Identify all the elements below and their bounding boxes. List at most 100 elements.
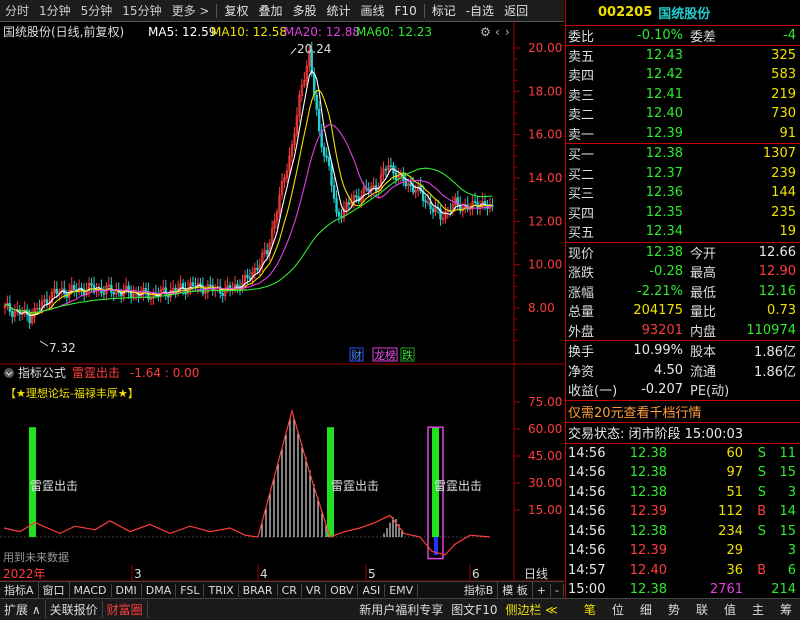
toolbar-item[interactable]: 5分钟 [76,0,118,22]
weibi-row: 委比 -0.10% 委差 -4 [566,26,800,46]
bottom-mid-item[interactable]: 图文F10 [447,601,501,618]
chart-nav-icons[interactable]: ⚙ ‹ › [480,25,510,39]
ma5-label: MA5: 12.59 [148,25,216,39]
book-price: 12.34 [645,224,683,240]
share-value: 4.50 [654,362,683,378]
indicator-tab[interactable]: OBV [326,583,359,597]
candle-body [327,157,331,166]
bottom-side-tab[interactable]: 位 [604,601,632,618]
candle-body [332,185,336,199]
candle-body [246,274,249,278]
quote-panel: 002205 国统股份 委比 -0.10% 委差 -4 卖五 12.43 325… [565,0,800,598]
indicator-menu-icon[interactable] [4,368,14,378]
settings-icon[interactable]: ⚙ [480,25,491,39]
bottom-side-tab[interactable]: 势 [660,601,688,618]
bottom-side-tab[interactable]: 值 [716,601,744,618]
badge-ranking[interactable]: 龙榜 [374,348,396,362]
toolbar-item[interactable]: 分时 [0,0,34,22]
month-label: 4 [260,567,268,581]
indicator-tab[interactable]: FSL [176,583,205,597]
period-mode[interactable]: 日线 [524,567,548,581]
bottom-left-item[interactable]: 财富圈 [103,601,148,618]
bottom-mid-item[interactable]: 侧边栏 ≪ [501,601,561,618]
bottom-side-tab[interactable]: 联 [688,601,716,618]
chart-area[interactable]: 20.00 18.00 16.00 14.00 12.00 10.00 8.00 国统股份(… [0,22,564,598]
collapse-icon[interactable]: ‹ [495,25,500,39]
book-label: 卖三 [568,88,595,104]
bid-row[interactable]: 买二 12.37 239 [566,164,800,184]
indicator-tab[interactable]: CR [278,583,302,597]
tick-volume: 51 [726,484,743,500]
stat-label: 量比 [690,305,717,321]
indicator-tab[interactable]: ASI [358,583,386,597]
kline-chart[interactable]: 20.00 18.00 16.00 14.00 12.00 10.00 8.00 国统股份(… [0,22,564,598]
tick-count: 3 [787,484,796,500]
toolbar-item[interactable]: 画线 [356,0,390,22]
book-price: 12.43 [645,47,683,63]
expand-icon[interactable]: › [505,25,510,39]
tick-count: 15 [779,523,796,539]
toolbar-item[interactable]: -自选 [461,0,499,22]
stat-value: 0.73 [767,303,796,319]
bid-row[interactable]: 买三 12.36 144 [566,183,800,203]
ask-row[interactable]: 卖二 12.40 730 [566,104,800,124]
book-volume: 144 [771,185,796,201]
ask-row[interactable]: 卖一 12.39 91 [566,124,800,144]
indicator-tab[interactable]: BRAR [239,583,278,597]
bottom-left-item[interactable]: 扩展 ∧ [0,601,46,618]
stock-name[interactable]: 国统股份 [658,3,710,22]
indicator-tick-label: 45.00 [528,449,562,463]
indicator-tab[interactable]: 窗口 [39,582,70,598]
toolbar-item[interactable]: 1分钟 [34,0,76,22]
indicator-tab[interactable]: DMI [112,583,142,597]
bottom-mid-item[interactable]: 新用户福利专享 [355,601,447,618]
promo-link[interactable]: 仅需20元查看千档行情 [566,402,702,421]
quote-header: 002205 国统股份 [566,0,800,26]
tick-price: 12.38 [629,484,667,500]
indicator-tab[interactable]: MACD [70,583,112,597]
toolbar-item[interactable]: 复权 [219,0,253,22]
bottom-side-tab[interactable]: 主 [744,601,772,618]
indicator-tab[interactable]: 模 板 [498,582,533,598]
toolbar-item[interactable]: 更多 > [167,0,215,22]
toolbar-item[interactable]: 统计 [322,0,356,22]
candle-body [72,285,76,291]
bottom-side-tab[interactable]: 筹 [772,601,800,618]
indicator-tab[interactable]: - [551,583,564,597]
toolbar-item[interactable]: 多股 [287,0,321,22]
toolbar-item[interactable]: F10 [390,0,422,22]
promo-row[interactable]: 仅需20元查看千档行情 [566,401,800,423]
tick-flag: S [757,465,766,481]
ask-row[interactable]: 卖四 12.42 583 [566,65,800,85]
tick-volume: 2761 [709,582,743,598]
bottom-side-tab[interactable]: 细 [632,601,660,618]
tick-time: 14:56 [568,543,606,559]
stat-label: 最高 [690,266,717,282]
indicator-tick-label: 30.00 [528,476,562,490]
bid-row[interactable]: 买五 12.34 19 [566,222,800,242]
indicator-tab[interactable]: EMV [385,583,419,597]
tick-price: 12.39 [629,543,667,559]
ask-row[interactable]: 卖三 12.41 219 [566,85,800,105]
bid-row[interactable]: 买一 12.38 1307 [566,144,800,164]
indicator-tab[interactable]: DMA [142,583,177,597]
toolbar-item[interactable]: 15分钟 [117,0,166,22]
indicator-tab[interactable]: 指标B [460,582,499,598]
toolbar-item[interactable]: 标记 [427,0,461,22]
indicator-tab[interactable]: VR [302,583,327,597]
indicator-tab[interactable]: TRIX [204,583,239,597]
toolbar-item[interactable]: 返回 [499,0,533,22]
bottom-bar: 扩展 ∧ 关联报价 财富圈 新用户福利专享 图文F10 侧边栏 ≪ 笔位细势联值主筹 [0,598,800,620]
toolbar-item[interactable]: 叠加 [253,0,287,22]
badge-fall[interactable]: 跌 [402,348,413,362]
tick-row: 14:56 12.39 112 B 14 [566,502,800,522]
indicator-tab[interactable]: 指标A [0,582,39,598]
bottom-side-tab[interactable]: 笔 [576,601,604,618]
bottom-left-item[interactable]: 关联报价 [46,601,103,618]
event-badges[interactable]: 财 龙榜 跌 [349,347,415,362]
bid-row[interactable]: 买四 12.35 235 [566,203,800,223]
badge-finance[interactable]: 财 [351,348,362,362]
ask-row[interactable]: 卖五 12.43 325 [566,46,800,66]
candle-body [28,314,31,324]
indicator-tab[interactable]: + [533,583,552,597]
